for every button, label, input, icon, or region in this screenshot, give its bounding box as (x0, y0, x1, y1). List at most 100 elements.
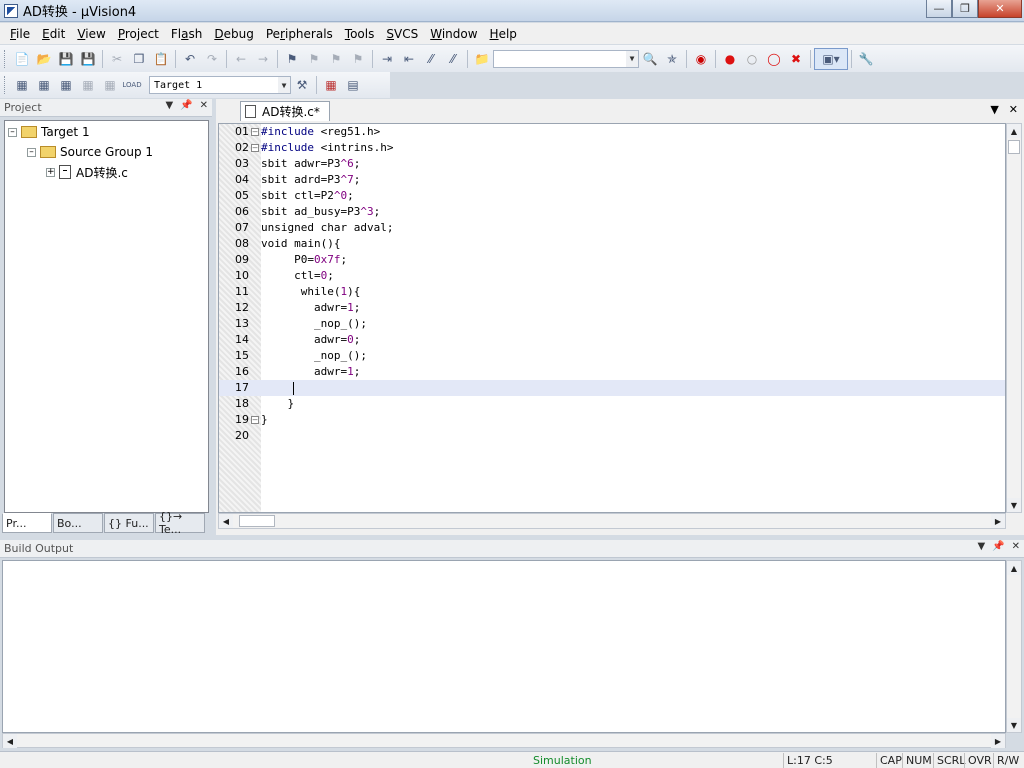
cut-icon[interactable]: ✂ (106, 48, 128, 70)
menu-flash[interactable]: Flash (165, 27, 208, 41)
code-line[interactable]: 15 _nop_(); (219, 348, 1005, 364)
code-line[interactable]: 14 adwr=0; (219, 332, 1005, 348)
code-line[interactable]: 17 (219, 380, 1005, 396)
save-all-icon[interactable]: 💾 (77, 48, 99, 70)
menu-project[interactable]: Project (112, 27, 165, 41)
navigate-forward-icon[interactable]: → (252, 48, 274, 70)
code-line[interactable]: 20 (219, 428, 1005, 444)
pin-icon[interactable]: 📌 (992, 541, 1004, 552)
scroll-down-icon[interactable]: ▼ (1007, 718, 1021, 732)
code-line[interactable]: 05 sbit ctl=P2^0; (219, 188, 1005, 204)
uncomment-icon[interactable]: ⁄⁄ (442, 48, 464, 70)
target-options-icon[interactable]: ⚒ (291, 74, 313, 96)
tab-functions[interactable]: {} Fu... (104, 513, 154, 533)
menu-debug[interactable]: Debug (208, 27, 259, 41)
menu-svcs[interactable]: SVCS (380, 27, 424, 41)
fold-marker-icon[interactable]: – (251, 416, 259, 424)
bookmark-icon[interactable]: ⚑ (281, 48, 303, 70)
prev-bookmark-icon[interactable]: ⚑ (303, 48, 325, 70)
tab-books[interactable]: Bo... (53, 513, 103, 533)
breakpoint-icon[interactable]: ● (719, 48, 741, 70)
paste-icon[interactable]: 📋 (150, 48, 172, 70)
menu-help[interactable]: Help (484, 27, 523, 41)
tree-item-target[interactable]: – Target 1 (8, 123, 90, 141)
code-line[interactable]: 10 ctl=0; (219, 268, 1005, 284)
build-output-text[interactable] (2, 560, 1006, 733)
copy-icon[interactable]: ❐ (128, 48, 150, 70)
indent-icon[interactable]: ⇥ (376, 48, 398, 70)
chevron-down-icon[interactable]: ▼ (626, 50, 638, 67)
close-icon[interactable]: ✕ (200, 100, 208, 111)
code-line[interactable]: 04 sbit adrd=P3^7; (219, 172, 1005, 188)
code-line[interactable]: 19–} (219, 412, 1005, 428)
toolbar-grip[interactable] (4, 49, 7, 68)
menu-file[interactable]: File (4, 27, 36, 41)
debug-session-icon[interactable]: ◉ (690, 48, 712, 70)
scroll-up-icon[interactable]: ▲ (1007, 561, 1021, 575)
code-editor[interactable]: 01– #include <reg51.h> 02– #include <intrin… (218, 123, 1006, 513)
translate-icon[interactable]: ▦ (11, 74, 33, 96)
menu-window[interactable]: Window (424, 27, 483, 41)
find-combo[interactable]: ▼ (493, 49, 639, 68)
code-line[interactable]: 07 unsigned char adval; (219, 220, 1005, 236)
close-document-icon[interactable]: ✕ (1009, 103, 1018, 116)
expand-icon[interactable]: + (46, 167, 55, 177)
incremental-find-icon[interactable]: ✯ (661, 48, 683, 70)
find-icon[interactable]: 🔍 (639, 48, 661, 70)
scroll-left-icon[interactable]: ◀ (3, 734, 17, 748)
tab-project[interactable]: Pr... (2, 513, 52, 533)
scroll-right-icon[interactable]: ▶ (991, 514, 1005, 528)
rebuild-icon[interactable]: ▦ (55, 74, 77, 96)
collapse-icon[interactable]: – (8, 127, 17, 137)
configure-icon[interactable]: 🔧 (855, 48, 877, 70)
code-line[interactable]: 11 while(1){ (219, 284, 1005, 300)
menu-tools[interactable]: Tools (339, 27, 381, 41)
code-line[interactable]: 09 P0=0x7f; (219, 252, 1005, 268)
new-file-icon[interactable]: 📄 (11, 48, 33, 70)
build-icon[interactable]: ▦ (33, 74, 55, 96)
clear-bookmarks-icon[interactable]: ⚑ (347, 48, 369, 70)
collapse-icon[interactable]: – (27, 147, 36, 157)
batch-build-icon[interactable]: ▦ (77, 74, 99, 96)
target-select[interactable]: Target 1 ▼ (149, 76, 291, 94)
build-horizontal-scrollbar[interactable]: ◀ ▶ (2, 733, 1006, 748)
load-icon[interactable]: LOAD (121, 74, 143, 96)
open-file-icon[interactable]: 📂 (33, 48, 55, 70)
navigate-back-icon[interactable]: ← (230, 48, 252, 70)
code-line[interactable]: 06 sbit ad_busy=P3^3; (219, 204, 1005, 220)
fold-marker-icon[interactable]: – (251, 128, 259, 136)
build-vertical-scrollbar[interactable]: ▲ ▼ (1006, 560, 1022, 733)
tree-item-group[interactable]: – Source Group 1 (27, 143, 153, 161)
tab-templates[interactable]: {}→ Te... (155, 510, 205, 536)
code-line[interactable]: 03 sbit adwr=P3^6; (219, 156, 1005, 172)
next-bookmark-icon[interactable]: ⚑ (325, 48, 347, 70)
chevron-down-icon[interactable]: ▼ (278, 77, 290, 93)
close-button[interactable]: ✕ (978, 0, 1022, 18)
pin-icon[interactable]: 📌 (180, 100, 192, 111)
scroll-down-icon[interactable]: ▼ (1007, 498, 1021, 512)
scroll-thumb[interactable] (1008, 140, 1020, 154)
save-icon[interactable]: 💾 (55, 48, 77, 70)
close-icon[interactable]: ✕ (1012, 541, 1020, 552)
undo-icon[interactable]: ↶ (179, 48, 201, 70)
tree-item-file[interactable]: + AD转换.c (46, 163, 128, 181)
unindent-icon[interactable]: ⇤ (398, 48, 420, 70)
code-line[interactable]: 02– #include <intrins.h> (219, 140, 1005, 156)
find-in-files-icon[interactable]: 📁 (471, 48, 493, 70)
code-line[interactable]: 08 void main(){ (219, 236, 1005, 252)
menu-peripherals[interactable]: Peripherals (260, 27, 339, 41)
disable-breakpoint-icon[interactable]: ○ (741, 48, 763, 70)
code-line[interactable]: 13 _nop_(); (219, 316, 1005, 332)
code-line[interactable]: 18 } (219, 396, 1005, 412)
maximize-button[interactable]: ❐ (952, 0, 978, 18)
scroll-left-icon[interactable]: ◀ (219, 514, 233, 528)
code-line[interactable]: 12 adwr=1; (219, 300, 1005, 316)
scroll-thumb[interactable] (239, 515, 275, 527)
code-line[interactable]: 01– #include <reg51.h> (219, 124, 1005, 140)
manage-components-icon[interactable]: ▦ (320, 74, 342, 96)
scroll-up-icon[interactable]: ▲ (1007, 124, 1021, 138)
select-packs-icon[interactable]: ▤ (342, 74, 364, 96)
comment-icon[interactable]: ⁄⁄ (420, 48, 442, 70)
menu-view[interactable]: View (71, 27, 111, 41)
tab-list-icon[interactable]: ▼ (990, 103, 998, 116)
